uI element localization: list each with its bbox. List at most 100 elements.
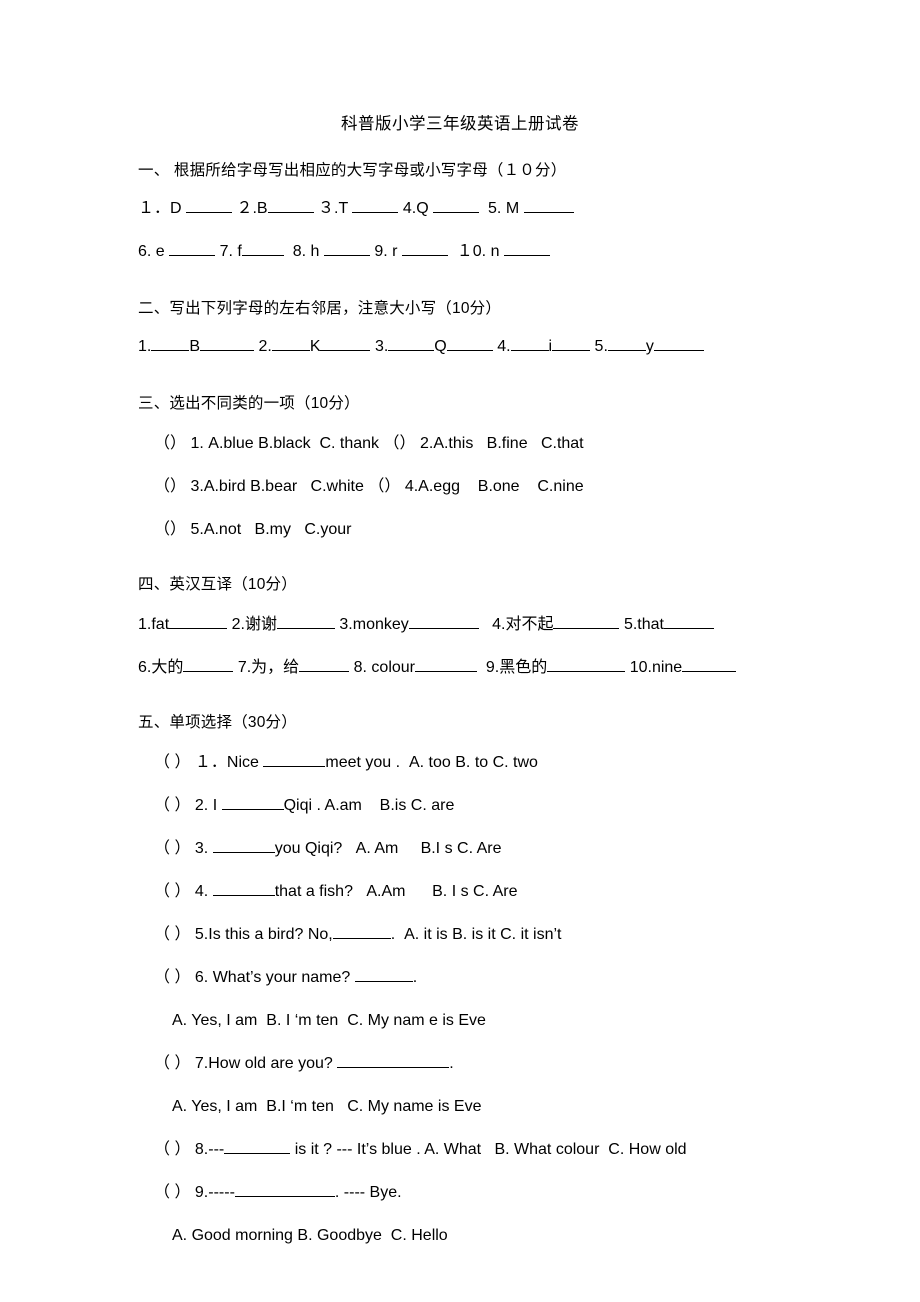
question-stem: ---: [208, 1141, 225, 1158]
option[interactable]: A.this: [433, 435, 473, 452]
answer-blank[interactable]: [186, 198, 233, 213]
answer-blank[interactable]: [337, 1053, 450, 1068]
answer-blank[interactable]: [510, 336, 549, 351]
option[interactable]: B. What colour: [494, 1141, 599, 1158]
answer-blank[interactable]: [401, 241, 448, 256]
answer-blank[interactable]: [200, 336, 255, 351]
answer-blank[interactable]: [523, 198, 574, 213]
answer-blank[interactable]: [224, 1139, 291, 1154]
answer-blank[interactable]: [299, 657, 350, 672]
answer-blank[interactable]: [151, 336, 190, 351]
answer-blank[interactable]: [415, 657, 477, 672]
option[interactable]: C.that: [541, 435, 584, 452]
option[interactable]: C. My nam e is Eve: [347, 1012, 486, 1029]
answer-blank[interactable]: [352, 198, 399, 213]
option[interactable]: A. Yes, I am: [172, 1098, 257, 1115]
answer-blank[interactable]: [323, 241, 370, 256]
choice-bracket[interactable]: （）: [154, 478, 186, 495]
answer-blank[interactable]: [354, 967, 413, 982]
option[interactable]: C. Are: [473, 883, 517, 900]
option[interactable]: A.bird: [204, 478, 246, 495]
answer-blank[interactable]: [503, 241, 550, 256]
option[interactable]: C.nine: [537, 478, 583, 495]
option[interactable]: C. My name is Eve: [347, 1098, 481, 1115]
choice-bracket[interactable]: （）: [368, 478, 400, 495]
answer-blank[interactable]: [212, 881, 275, 896]
answer-blank[interactable]: [653, 336, 704, 351]
option[interactable]: A. too: [409, 754, 451, 771]
answer-blank[interactable]: [320, 336, 371, 351]
option[interactable]: C. How old: [608, 1141, 686, 1158]
option[interactable]: C. are: [411, 797, 455, 814]
option[interactable]: A.not: [204, 521, 241, 538]
option[interactable]: A.egg: [418, 478, 460, 495]
question-stem: How old are you?: [208, 1055, 333, 1072]
section-2-heading: 二、写出下列字母的左右邻居，注意大小写（10分）: [138, 300, 502, 317]
option[interactable]: A.blue: [208, 435, 253, 452]
option[interactable]: A. Good morning: [172, 1227, 293, 1244]
option[interactable]: B. Goodbye: [297, 1227, 382, 1244]
option[interactable]: B. I s: [432, 883, 468, 900]
option[interactable]: A. What: [424, 1141, 481, 1158]
answer-blank[interactable]: [547, 657, 626, 672]
option[interactable]: C. it isn’t: [500, 926, 561, 943]
answer-blank[interactable]: [267, 198, 314, 213]
choice-bracket[interactable]: （ ）: [154, 926, 190, 943]
option[interactable]: B.I s: [421, 840, 453, 857]
option[interactable]: C. Are: [457, 840, 501, 857]
answer-blank[interactable]: [271, 336, 310, 351]
answer-blank[interactable]: [408, 614, 479, 629]
option[interactable]: C. two: [493, 754, 538, 771]
choice-bracket[interactable]: （ ）: [154, 840, 190, 857]
option[interactable]: C.white: [311, 478, 364, 495]
option[interactable]: B.is: [380, 797, 407, 814]
option[interactable]: B.bear: [250, 478, 297, 495]
answer-blank[interactable]: [388, 336, 435, 351]
answer-blank[interactable]: [276, 614, 335, 629]
option[interactable]: C. Hello: [391, 1227, 448, 1244]
choice-bracket[interactable]: （ ）: [154, 754, 190, 771]
choice-bracket[interactable]: （）: [154, 521, 186, 538]
option[interactable]: B.I ‘m ten: [266, 1098, 334, 1115]
option[interactable]: C.your: [304, 521, 351, 538]
section-2-row: 1. B 2. K 3. Q 4. i 5. y: [138, 336, 858, 379]
answer-blank[interactable]: [607, 336, 646, 351]
answer-blank[interactable]: [682, 657, 737, 672]
answer-blank[interactable]: [553, 614, 620, 629]
option[interactable]: B.fine: [487, 435, 528, 452]
answer-blank[interactable]: [241, 241, 284, 256]
answer-blank[interactable]: [446, 336, 493, 351]
choice-bracket[interactable]: （ ）: [154, 969, 190, 986]
answer-blank[interactable]: [221, 795, 284, 810]
choice-bracket[interactable]: （）: [154, 435, 186, 452]
choice-bracket[interactable]: （ ）: [154, 1141, 190, 1158]
option[interactable]: A. Yes, I am: [172, 1012, 257, 1029]
answer-blank[interactable]: [433, 198, 480, 213]
option[interactable]: B.black: [258, 435, 310, 452]
answer-blank[interactable]: [169, 614, 228, 629]
answer-blank[interactable]: [552, 336, 591, 351]
option[interactable]: A. Am: [356, 840, 399, 857]
option[interactable]: B. is it: [452, 926, 496, 943]
option[interactable]: B.one: [478, 478, 520, 495]
option[interactable]: B.my: [255, 521, 291, 538]
option[interactable]: A. it is: [404, 926, 448, 943]
choice-bracket[interactable]: （）: [384, 435, 416, 452]
answer-blank[interactable]: [332, 924, 391, 939]
answer-blank[interactable]: [663, 614, 714, 629]
option[interactable]: C. thank: [319, 435, 379, 452]
choice-bracket[interactable]: （ ）: [154, 883, 190, 900]
choice-bracket[interactable]: （ ）: [154, 797, 190, 814]
answer-blank[interactable]: [234, 1182, 335, 1197]
answer-blank[interactable]: [263, 752, 326, 767]
choice-bracket[interactable]: （ ）: [154, 1055, 190, 1072]
option[interactable]: B. I ‘m ten: [266, 1012, 338, 1029]
choice-bracket[interactable]: （ ）: [154, 1184, 190, 1201]
answer-blank[interactable]: [183, 657, 234, 672]
section-5-question-1: （ ） １．Nice meet you . A. too B. to C. tw…: [138, 752, 858, 795]
option[interactable]: A.am: [325, 797, 362, 814]
option[interactable]: B. to: [455, 754, 488, 771]
answer-blank[interactable]: [212, 838, 275, 853]
option[interactable]: A.Am: [366, 883, 405, 900]
answer-blank[interactable]: [169, 241, 216, 256]
